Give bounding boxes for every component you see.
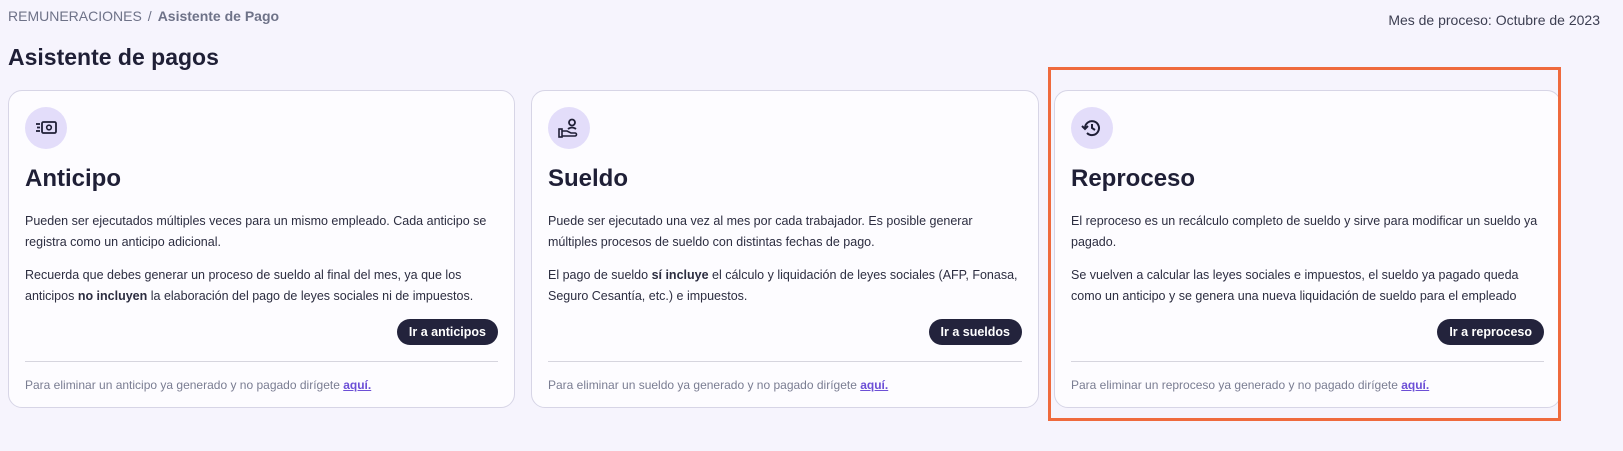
card-anticipo: Anticipo Pueden ser ejecutados múltiples… xyxy=(8,90,515,408)
card-title: Anticipo xyxy=(25,165,121,192)
card-paragraph-1: Puede ser ejecutado una vez al mes por c… xyxy=(548,214,973,249)
card-description: Puede ser ejecutado una vez al mes por c… xyxy=(548,211,1023,319)
cash-icon xyxy=(25,107,67,149)
hand-user-icon xyxy=(548,107,590,149)
ir-a-anticipos-button[interactable]: Ir a anticipos xyxy=(396,319,498,345)
ir-a-sueldos-button[interactable]: Ir a sueldos xyxy=(928,319,1022,345)
card-paragraph-2: Recuerda que debes generar un proceso de… xyxy=(25,265,495,307)
breadcrumb-separator: / xyxy=(147,8,152,24)
delete-reproceso-link[interactable]: aquí. xyxy=(1401,378,1429,392)
divider xyxy=(25,361,498,362)
card-paragraph-2: El pago de sueldo sí incluye el cálculo … xyxy=(548,265,1023,307)
footer-text: Para eliminar un anticipo ya generado y … xyxy=(25,378,344,392)
card-footer: Para eliminar un anticipo ya generado y … xyxy=(25,378,371,392)
page-title: Asistente de pagos xyxy=(8,44,219,70)
card-footer: Para eliminar un reproceso ya generado y… xyxy=(1071,378,1429,392)
breadcrumb: REMUNERACIONES / Asistente de Pago xyxy=(8,8,279,24)
breadcrumb-parent[interactable]: REMUNERACIONES xyxy=(8,8,142,24)
bold-segment: sí incluye xyxy=(651,268,709,282)
delete-anticipo-link[interactable]: aquí. xyxy=(343,378,371,392)
card-sueldo: Sueldo Puede ser ejecutado una vez al me… xyxy=(531,90,1039,408)
divider xyxy=(1071,361,1544,362)
card-title: Reproceso xyxy=(1071,165,1196,192)
card-paragraph-2: Se vuelven a calcular las leyes sociales… xyxy=(1071,265,1551,307)
card-description: Pueden ser ejecutados múltiples veces pa… xyxy=(25,211,495,319)
text-segment: la elaboración del pago de leyes sociale… xyxy=(147,289,474,303)
delete-sueldo-link[interactable]: aquí. xyxy=(860,378,888,392)
card-paragraph-1: Pueden ser ejecutados múltiples veces pa… xyxy=(25,214,487,249)
footer-text: Para eliminar un reproceso ya generado y… xyxy=(1071,378,1402,392)
process-month: Mes de proceso: Octubre de 2023 xyxy=(1388,12,1600,28)
text-segment: Se vuelven a calcular las leyes sociales… xyxy=(1071,268,1519,303)
bold-segment: no incluyen xyxy=(77,289,148,303)
card-description: El reproceso es un recálculo completo de… xyxy=(1071,211,1551,319)
breadcrumb-current: Asistente de Pago xyxy=(157,8,280,24)
card-footer: Para eliminar un sueldo ya generado y no… xyxy=(548,378,888,392)
ir-a-reproceso-button[interactable]: Ir a reproceso xyxy=(1437,319,1544,345)
divider xyxy=(548,361,1022,362)
card-reproceso: Reproceso El reproceso es un recálculo c… xyxy=(1054,90,1561,408)
card-title: Sueldo xyxy=(548,165,629,192)
footer-text: Para eliminar un sueldo ya generado y no… xyxy=(548,378,861,392)
history-icon xyxy=(1071,107,1113,149)
card-paragraph-1: El reproceso es un recálculo completo de… xyxy=(1071,214,1538,249)
text-segment: El pago de sueldo xyxy=(548,268,652,282)
